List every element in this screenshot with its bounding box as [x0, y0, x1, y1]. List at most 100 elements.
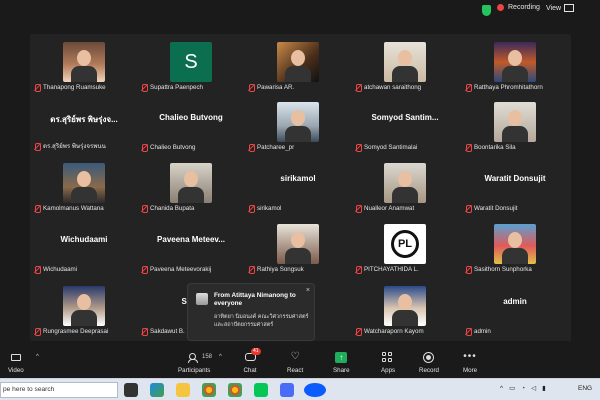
participant-tile[interactable]: PL PITCHAYATHIDA L.	[351, 216, 459, 276]
participant-tile[interactable]: Waratit Donsujit Waratit Donsujit	[461, 155, 569, 215]
participant-name: ดร.สุริย์พร พิษรุ่งจรพนน	[43, 143, 106, 150]
share-button[interactable]: ↑ Share	[333, 351, 350, 374]
participant-name: Sasithorn Sunphorka	[474, 266, 532, 273]
participant-name: Pawarisa AR.	[257, 84, 295, 91]
video-thumbnail	[384, 42, 426, 82]
volume-icon[interactable]: ◁	[531, 384, 536, 392]
participant-display-name: Wichudaami	[60, 235, 108, 244]
participant-tile[interactable]: Kamolmanus Wattana	[30, 155, 138, 215]
participant-tile[interactable]: Rathiya Songsuk	[244, 216, 352, 276]
share-label: Share	[333, 367, 350, 374]
participant-tile[interactable]: Rungrasmee Deeprasai	[30, 278, 138, 338]
recording-indicator[interactable]: Recording	[497, 4, 540, 11]
react-label: React	[287, 367, 304, 374]
video-thumbnail	[277, 224, 319, 264]
participant-name-bar: Thanapong Ruamsuke	[34, 84, 106, 92]
video-label: Video	[8, 367, 24, 374]
participant-name-bar: admin	[465, 328, 491, 336]
participant-name-bar: Paveena Meteevorakij	[141, 266, 211, 274]
chat-notification[interactable]: From Atittaya Nimanong to everyone อาทิต…	[187, 283, 315, 341]
participant-tile[interactable]: Boontarika Sila	[461, 94, 569, 154]
more-button[interactable]: ••• More	[463, 351, 478, 375]
participant-display-name: Somyod Santim...	[371, 113, 439, 122]
close-icon[interactable]: ×	[306, 287, 310, 294]
person-face	[184, 171, 198, 187]
chat-notification-message: อาทิตยา นิมอนงค์ คณะวิศวกรรมศาสตร์และสถา…	[214, 314, 309, 328]
chat-notification-title: From Atittaya Nimanong to everyone	[214, 292, 296, 307]
muted-mic-icon	[34, 205, 41, 213]
participant-tile[interactable]: Paveena Meteev... Paveena Meteevorakij	[137, 216, 245, 276]
participant-tile[interactable]: atchawan saraithong	[351, 34, 459, 94]
person-body	[392, 310, 418, 326]
muted-mic-icon	[355, 205, 362, 213]
participant-tile[interactable]: Ratthaya Phromhitathorn	[461, 34, 569, 94]
record-button[interactable]: Record	[419, 351, 439, 374]
file-explorer-icon[interactable]	[176, 383, 190, 397]
chrome-icon[interactable]	[202, 383, 216, 397]
participants-options-chevron-icon[interactable]: ^	[219, 354, 222, 360]
system-tray: ^ ▭ ◔ ◁ ▮	[500, 384, 546, 393]
participant-name: Nualleor Anamwat	[364, 205, 415, 212]
muted-mic-icon	[465, 144, 472, 152]
participant-tile[interactable]: Somyod Santim... Somyod Santimalai	[351, 94, 459, 154]
record-label: Record	[419, 367, 439, 374]
muted-mic-icon	[248, 205, 255, 213]
taskbar-search-input[interactable]: pe here to search	[0, 382, 118, 398]
sender-avatar	[196, 293, 208, 305]
chat-button[interactable]: 41 Chat	[243, 348, 261, 374]
participant-name: PITCHAYATHIDA L.	[364, 266, 419, 273]
teams-icon[interactable]	[280, 383, 294, 397]
line-app-icon[interactable]	[254, 383, 268, 397]
network-icon[interactable]: ▭	[509, 384, 515, 392]
participant-tile[interactable]: Sasithorn Sunphorka	[461, 216, 569, 276]
participant-tile[interactable]: Chanida Bupata	[137, 155, 245, 215]
chevron-up-icon[interactable]: ^	[500, 385, 503, 392]
participant-tile[interactable]: Pawarisa AR.	[244, 34, 352, 94]
muted-mic-icon	[248, 144, 255, 152]
participant-name: sirikamol	[257, 205, 282, 212]
person-face	[291, 232, 305, 248]
participants-label: Participants	[178, 367, 211, 374]
participant-name-bar: Chalieo Butvong	[141, 144, 195, 152]
person-body	[392, 187, 418, 203]
participant-tile[interactable]: Wichudaami Wichudaami	[30, 216, 138, 276]
person-face	[508, 50, 522, 66]
participant-tile[interactable]: S Supattra Paenpech	[137, 34, 245, 94]
muted-mic-icon	[34, 328, 41, 336]
language-indicator[interactable]: ENG	[578, 385, 592, 392]
muted-mic-icon	[465, 84, 472, 92]
participant-name-bar: PITCHAYATHIDA L.	[355, 266, 419, 274]
wifi-icon[interactable]: ◔	[521, 385, 525, 392]
participant-tile[interactable]: Nualleor Anamwat	[351, 155, 459, 215]
participants-icon	[188, 352, 200, 363]
chrome-icon-2[interactable]	[228, 383, 242, 397]
participant-tile[interactable]: Chalieo Butvong Chalieo Butvong	[137, 94, 245, 154]
shield-icon[interactable]	[482, 5, 491, 16]
participants-count: 158	[202, 354, 213, 360]
person-face	[398, 294, 412, 310]
edge-icon[interactable]	[150, 383, 164, 397]
participant-tile[interactable]: ดร.สุริย์พร พิษรุ่งจ... ดร.สุริย์พร พิษรุ…	[30, 94, 138, 154]
muted-mic-icon	[141, 84, 148, 92]
participant-tile[interactable]: Thanapong Ruamsuke	[30, 34, 138, 94]
react-button[interactable]: ♡ React	[287, 351, 303, 374]
apps-button[interactable]: Apps	[381, 351, 395, 374]
participant-display-name: sirikamol	[280, 174, 316, 183]
video-button[interactable]: Video	[8, 351, 24, 374]
task-view-icon[interactable]	[124, 383, 138, 397]
muted-mic-icon	[465, 328, 472, 336]
participant-tile[interactable]: sirikamol sirikamol	[244, 155, 352, 215]
muted-mic-icon	[465, 205, 472, 213]
zoom-icon[interactable]	[304, 383, 326, 397]
participant-tile[interactable]: Watcharaporn Kayom	[351, 278, 459, 338]
battery-icon[interactable]: ▮	[542, 384, 546, 392]
windows-taskbar: pe here to search ^ ▭ ◔ ◁ ▮ ENG	[0, 378, 600, 400]
video-options-chevron-icon[interactable]: ^	[36, 354, 39, 360]
participant-name-bar: ดร.สุริย์พร พิษรุ่งจรพนน	[34, 141, 106, 151]
muted-mic-icon	[34, 84, 41, 92]
more-label: More	[463, 367, 478, 374]
view-button[interactable]: View	[546, 4, 575, 12]
participant-tile[interactable]: Patcharee_pr	[244, 94, 352, 154]
participant-name-bar: Pawarisa AR.	[248, 84, 295, 92]
participant-tile[interactable]: admin admin	[461, 278, 569, 338]
